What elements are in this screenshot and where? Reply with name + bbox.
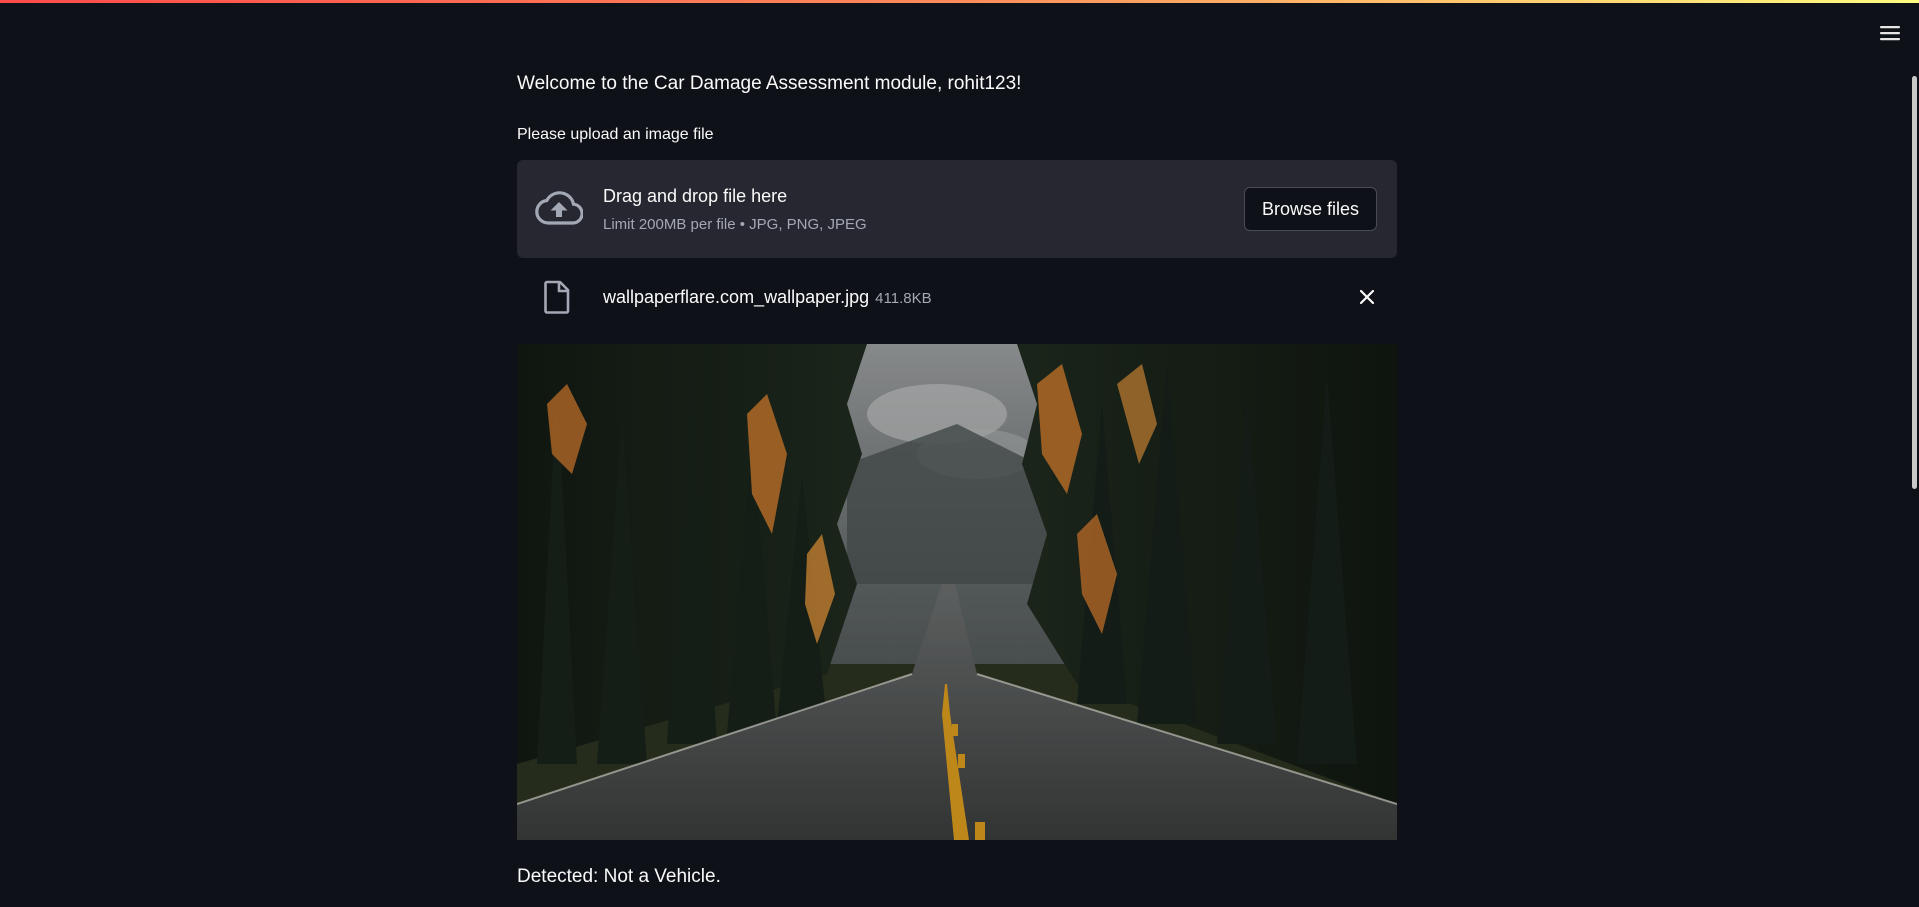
remove-file-button[interactable] bbox=[1352, 282, 1382, 312]
dropzone-title: Drag and drop file here bbox=[603, 186, 788, 206]
upload-label: Please upload an image file bbox=[517, 126, 714, 143]
cloud-upload-icon bbox=[535, 191, 583, 225]
uploaded-file-info: wallpaperflare.com_wallpaper.jpg 411.8KB bbox=[603, 285, 932, 311]
close-icon bbox=[1359, 289, 1375, 305]
forest-road-image bbox=[517, 344, 1397, 840]
uploaded-file-item: wallpaperflare.com_wallpaper.jpg 411.8KB bbox=[517, 272, 1397, 322]
uploaded-file-name: wallpaperflare.com_wallpaper.jpg bbox=[603, 287, 870, 307]
uploaded-image-preview bbox=[517, 344, 1397, 840]
top-decoration-bar bbox=[0, 0, 1919, 3]
main-menu-button[interactable] bbox=[1872, 20, 1908, 46]
hamburger-menu-icon bbox=[1880, 26, 1900, 41]
browse-files-button[interactable]: Browse files bbox=[1244, 187, 1377, 231]
detection-result: Detected: Not a Vehicle. bbox=[517, 866, 721, 887]
welcome-message: Welcome to the Car Damage Assessment mod… bbox=[517, 73, 1022, 94]
page-scrollbar-thumb[interactable] bbox=[1912, 76, 1917, 489]
uploaded-file-size: 411.8KB bbox=[875, 290, 932, 307]
file-icon bbox=[544, 280, 570, 314]
file-dropzone[interactable]: Drag and drop file here Limit 200MB per … bbox=[517, 160, 1397, 258]
dropzone-limits: Limit 200MB per file • JPG, PNG, JPEG bbox=[603, 216, 867, 233]
